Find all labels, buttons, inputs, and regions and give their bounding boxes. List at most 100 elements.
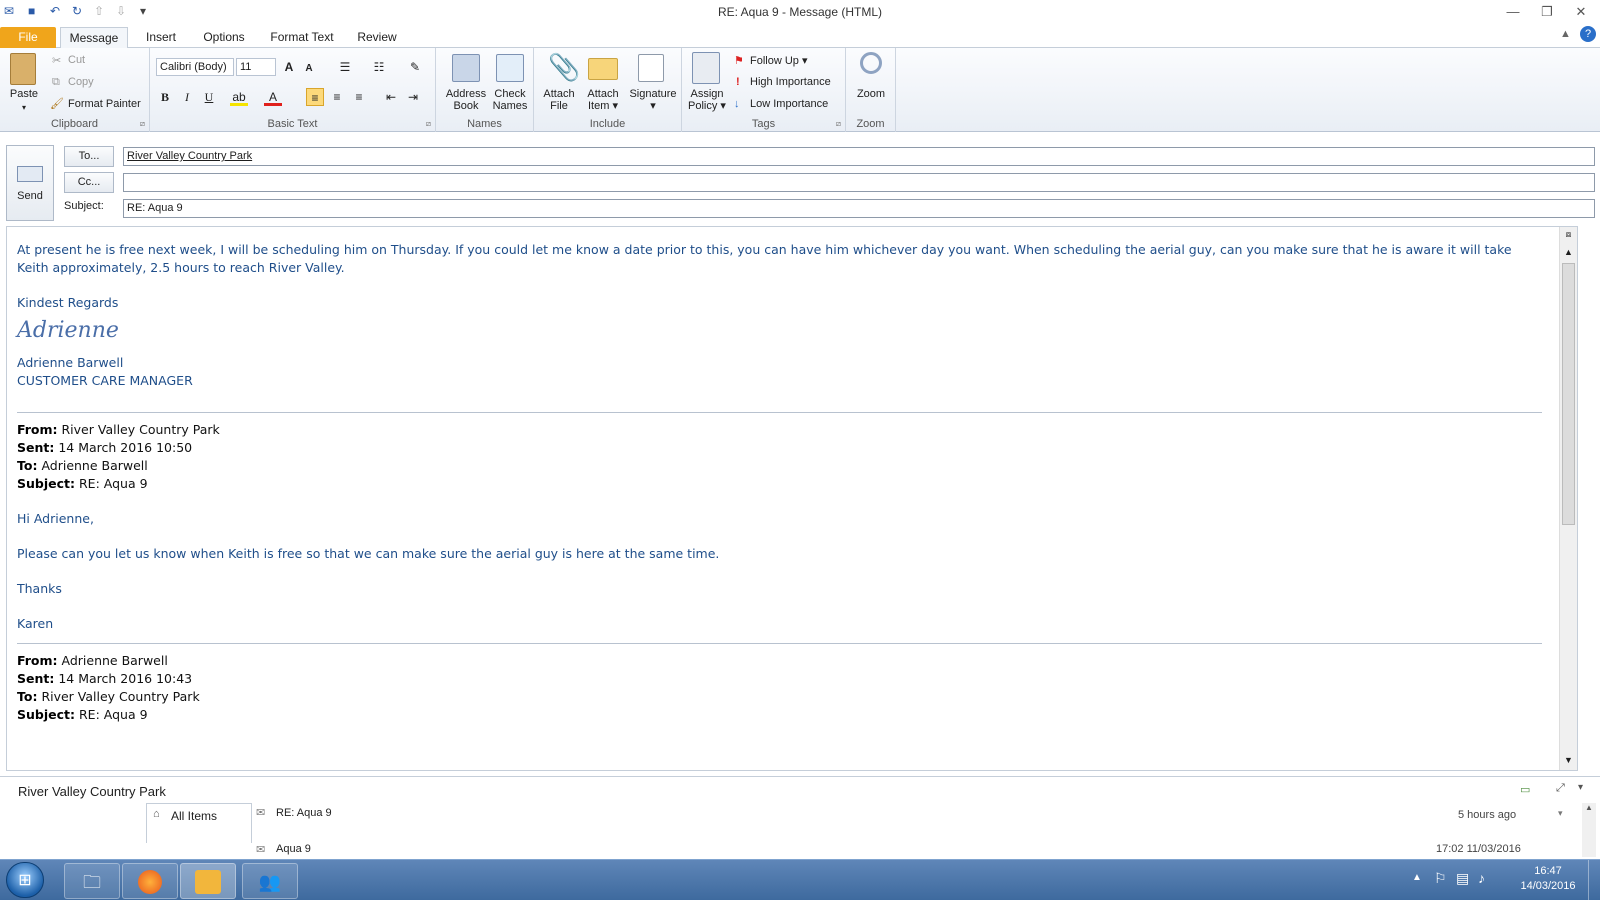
paste-button[interactable]: Paste <box>4 88 44 100</box>
item-2-subject[interactable]: Aqua 9 <box>276 843 311 855</box>
to-button[interactable]: To... <box>64 146 114 167</box>
item-1-expand-icon[interactable]: ▾ <box>1558 808 1563 819</box>
attach-item-button[interactable]: Attach Item ▾ <box>580 88 626 112</box>
pp-scroll-up-icon[interactable]: ▲ <box>1582 803 1596 812</box>
close-button[interactable]: ✕ <box>1568 2 1594 22</box>
increase-indent-icon[interactable]: ⇥ <box>404 88 422 106</box>
format-painter-button[interactable]: Format Painter <box>68 98 141 110</box>
firefox-icon <box>138 870 162 894</box>
bold-icon[interactable]: B <box>156 88 174 106</box>
scroll-down-icon[interactable]: ▼ <box>1562 755 1575 765</box>
to-recipient[interactable]: River Valley Country Park <box>127 150 252 162</box>
address-book-label-1: Address <box>445 88 487 100</box>
paste-dropdown-icon[interactable]: ▾ <box>18 102 30 114</box>
firefox-taskbar-button[interactable] <box>122 863 178 899</box>
outlook-taskbar-button[interactable] <box>180 863 236 899</box>
tab-file[interactable]: File <box>0 27 56 48</box>
tab-message[interactable]: Message <box>60 27 128 48</box>
explorer-taskbar-button[interactable]: 🗀 <box>64 863 120 899</box>
font-size-box[interactable]: 11 <box>236 58 276 76</box>
bullets-icon[interactable]: ☰ <box>336 58 354 76</box>
tab-insert[interactable]: Insert <box>136 27 186 48</box>
low-importance-button[interactable]: Low Importance <box>750 98 828 110</box>
high-importance-icon: ! <box>736 76 740 88</box>
basic-text-label: Basic Text <box>267 118 318 130</box>
home-icon: ⌂ <box>153 808 160 820</box>
grow-font-icon[interactable]: A <box>280 58 298 76</box>
tags-launcher-icon[interactable]: ⧄ <box>836 119 841 129</box>
align-center-icon[interactable]: ≡ <box>328 88 346 106</box>
font-name-box[interactable]: Calibri (Body) <box>156 58 234 76</box>
font-color-icon[interactable]: A <box>264 88 282 106</box>
start-button[interactable]: ⊞ <box>6 862 44 898</box>
cc-field[interactable] <box>123 173 1595 192</box>
align-left-icon[interactable]: ≡ <box>306 88 324 106</box>
high-importance-button[interactable]: High Importance <box>750 76 831 88</box>
attach-file-button[interactable]: Attach File <box>536 88 582 112</box>
include-group: 📎 Attach File Attach Item ▾ Signature ▾ Inc… <box>534 48 682 132</box>
underline-icon[interactable]: U <box>200 88 218 106</box>
people-pane-scrollbar[interactable]: ▲ <box>1582 803 1596 857</box>
copy-button[interactable]: Copy <box>68 76 94 88</box>
tab-options[interactable]: Options <box>196 27 252 48</box>
social-network-icon[interactable]: ▭ <box>1520 783 1530 796</box>
clear-formatting-icon[interactable]: ✎ <box>406 58 424 76</box>
send-envelope-icon <box>17 166 43 182</box>
restore-button[interactable]: ❐ <box>1534 2 1560 22</box>
contacts-taskbar-button[interactable]: 👥 <box>242 863 298 899</box>
subject-field[interactable]: RE: Aqua 9 <box>123 199 1595 218</box>
network-icon[interactable]: ▤ <box>1456 870 1469 887</box>
body-scrollbar[interactable]: ⧈ ▲ ▼ <box>1559 227 1577 770</box>
decrease-indent-icon[interactable]: ⇤ <box>382 88 400 106</box>
zoom-button[interactable]: Zoom <box>846 88 896 100</box>
follow-up-button[interactable]: Follow Up ▾ <box>750 54 807 67</box>
to-field[interactable]: River Valley Country Park <box>123 147 1595 166</box>
taskbar: ⊞ 🗀 👥 ▲ ⚐ ▤ ♪ 16:47 14/03/2016 <box>0 859 1600 901</box>
expand-pane-icon[interactable]: ⤢ <box>1556 782 1565 795</box>
people-pane-contact[interactable]: River Valley Country Park <box>18 784 166 799</box>
shrink-font-icon[interactable]: A <box>300 60 318 78</box>
item-2-envelope-icon: ✉ <box>256 844 266 856</box>
send-button[interactable]: Send <box>6 145 54 221</box>
cc-button[interactable]: Cc... <box>64 172 114 193</box>
message-content[interactable]: At present he is free next week, I will … <box>17 241 1542 724</box>
align-right-icon[interactable]: ≡ <box>350 88 368 106</box>
people-pane-item-2[interactable]: ✉ Aqua 9 17:02 11/03/2016 <box>146 843 1586 857</box>
zoom-label: Zoom <box>856 118 885 130</box>
people-pane-filters: ⌂ All Items <box>146 803 252 843</box>
minimize-ribbon-icon[interactable]: ▲ <box>1560 28 1571 40</box>
all-items-filter[interactable]: All Items <box>171 809 217 823</box>
clipboard-group: Paste ▾ ✂ Cut ⧉ Copy 🖌 Format Painter Cl… <box>0 48 150 132</box>
message-body[interactable]: At present he is free next week, I will … <box>6 226 1578 771</box>
assign-policy-label-1: Assign <box>690 88 724 100</box>
clock[interactable]: 16:47 14/03/2016 <box>1508 864 1588 894</box>
tab-review[interactable]: Review <box>352 27 402 48</box>
highlight-icon[interactable]: ab <box>230 88 248 106</box>
volume-icon[interactable]: ♪ <box>1478 870 1485 886</box>
item-1-subject[interactable]: RE: Aqua 9 <box>276 807 332 819</box>
item-1-time: 5 hours ago <box>1458 809 1517 821</box>
ribbon-tabs: File Message Insert Options Format Text … <box>0 24 1600 48</box>
check-names-button[interactable]: Check Names <box>486 88 534 112</box>
cut-button[interactable]: Cut <box>68 54 85 66</box>
minimize-button[interactable]: — <box>1500 2 1526 22</box>
clock-time: 16:47 <box>1534 865 1562 877</box>
q1-body: Please can you let us know when Keith is… <box>17 546 720 561</box>
assign-policy-button[interactable]: Assign Policy ▾ <box>684 88 730 112</box>
numbering-icon[interactable]: ☷ <box>370 58 388 76</box>
italic-icon[interactable]: I <box>178 88 196 106</box>
show-hidden-icons-icon[interactable]: ▲ <box>1412 872 1422 883</box>
show-desktop-button[interactable] <box>1588 860 1600 901</box>
basic-text-launcher-icon[interactable]: ⧄ <box>426 119 431 129</box>
tab-format-text[interactable]: Format Text <box>264 27 340 48</box>
scroll-up-icon[interactable]: ▲ <box>1562 247 1575 257</box>
action-center-flag-icon[interactable]: ⚐ <box>1434 870 1447 887</box>
assign-policy-label-2: Policy <box>688 100 718 112</box>
address-book-button[interactable]: Address Book <box>440 88 492 112</box>
signature-button[interactable]: Signature ▾ <box>626 88 680 112</box>
scroll-thumb[interactable] <box>1562 263 1575 525</box>
ruler-toggle-icon[interactable]: ⧈ <box>1562 229 1575 243</box>
help-icon[interactable]: ? <box>1580 26 1596 42</box>
collapse-pane-icon[interactable]: ▾ <box>1578 782 1583 793</box>
clipboard-launcher-icon[interactable]: ⧄ <box>140 119 145 129</box>
